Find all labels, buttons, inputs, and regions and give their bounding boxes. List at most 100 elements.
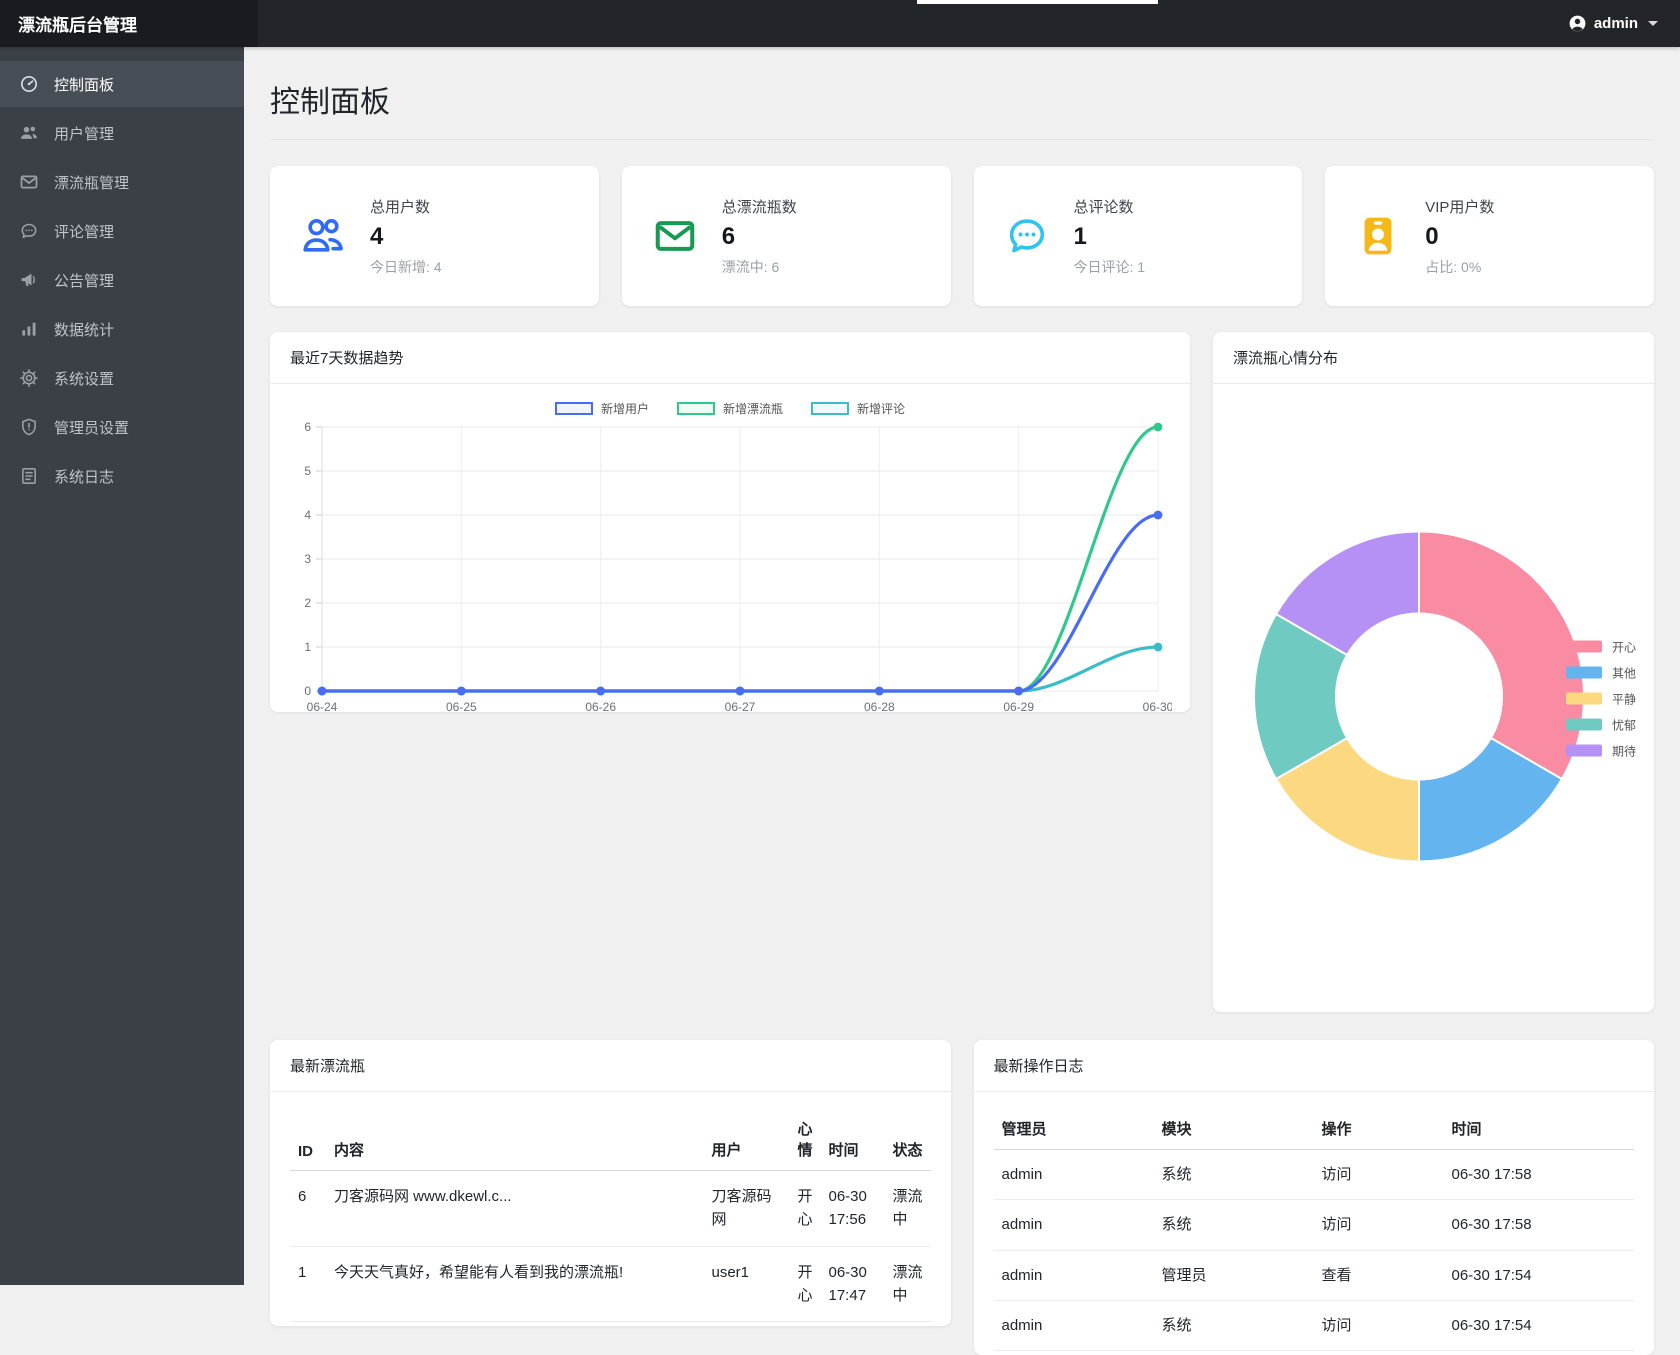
svg-text:06-30: 06-30 — [1143, 700, 1172, 714]
stat-label: 总漂流瓶数 — [721, 198, 797, 216]
legend-swatch — [676, 402, 715, 415]
svg-text:2: 2 — [304, 596, 311, 610]
table-cell: 系统 — [1153, 1199, 1314, 1251]
sidebar-item-system-logs[interactable]: 系统日志 — [0, 453, 244, 499]
username-label: admin — [1593, 15, 1638, 32]
stat-card-vip-users: VIP用户数 0 占比: 0% — [1325, 166, 1654, 306]
legend-label: 平静 — [1611, 692, 1636, 706]
svg-text:06-28: 06-28 — [864, 700, 895, 714]
latest-bottles-table-wrap: ID 内容 用户 心情 时间 状态 6 刀客源码网 www.dkewl.c... 刀客源码网 开心… — [270, 1092, 951, 1326]
stat-sub: 占比: 0% — [1425, 258, 1482, 275]
trend-line-chart: 0 1 2 3 4 5 6 06-24 06-25 06-26 06-27 06-28 06-29 06-… — [288, 419, 1173, 724]
sidebar-item-dashboard[interactable]: 控制面板 — [0, 61, 244, 107]
sidebar-item-label: 数据统计 — [54, 321, 115, 339]
column-header: ID — [290, 1108, 326, 1171]
table-cell: 开心 — [789, 1246, 821, 1322]
stat-card-total-bottles: 总漂流瓶数 6 漂流中: 6 — [621, 166, 951, 306]
legend-item[interactable]: 新增用户 — [554, 400, 649, 417]
stat-value: 0 — [1425, 222, 1439, 250]
svg-text:06-25: 06-25 — [446, 700, 477, 714]
table-cell: 06-30 17:54 — [1443, 1300, 1634, 1352]
legend-item[interactable]: 忧郁 — [1565, 716, 1636, 733]
legend-item[interactable]: 其他 — [1565, 664, 1636, 681]
trend-chart-legend: 新增用户 新增漂流瓶 新增评论 — [288, 400, 1172, 417]
sidebar-item-system-settings[interactable]: 系统设置 — [0, 355, 244, 401]
legend-swatch — [1565, 718, 1602, 731]
table-cell: admin — [993, 1199, 1154, 1251]
stat-card-total-comments: 总评论数 1 今日评论: 1 — [973, 166, 1303, 306]
stat-value: 1 — [1073, 222, 1087, 250]
page-title: 控制面板 — [270, 86, 390, 119]
stat-label: VIP用户数 — [1425, 198, 1495, 216]
legend-item[interactable]: 新增评论 — [811, 400, 905, 417]
column-header: 操作 — [1313, 1108, 1444, 1150]
sidebar-item-statistics[interactable]: 数据统计 — [0, 306, 244, 352]
svg-text:5: 5 — [304, 464, 311, 478]
legend-label: 新增漂流瓶 — [722, 402, 783, 416]
legend-label: 开心 — [1611, 640, 1636, 654]
table-cell: 漂流中 — [884, 1170, 931, 1247]
stat-text: 总评论数 1 今日评论: 1 — [1074, 196, 1146, 277]
column-header: 用户 — [703, 1108, 790, 1171]
table-row: admin 管理员 查看 06-30 17:54 — [993, 1250, 1634, 1301]
stat-value: 4 — [370, 222, 384, 250]
svg-text:3: 3 — [304, 552, 311, 566]
table-cell: 刀客源码网 www.dkewl.c... — [326, 1170, 704, 1247]
sidebar-item-comments[interactable]: 评论管理 — [0, 208, 244, 254]
table-cell: 06-30 17:58 — [1443, 1199, 1634, 1251]
megaphone-icon — [19, 270, 39, 290]
latest-logs-table: 管理员 模块 操作 时间 admin 系统 访问 06-30 17:58 admin 系统 访问 06… — [993, 1108, 1634, 1352]
comment-icon — [19, 221, 39, 241]
table-row: 6 刀客源码网 www.dkewl.c... 刀客源码网 开心 06-30 17:56 漂… — [290, 1170, 931, 1247]
table-cell: 管理员 — [1153, 1250, 1314, 1301]
svg-text:4: 4 — [304, 508, 311, 522]
sidebar-item-admin-settings[interactable]: 管理员设置 — [0, 404, 244, 450]
legend-item[interactable]: 新增漂流瓶 — [676, 400, 783, 417]
legend-label: 期待 — [1611, 744, 1636, 758]
svg-text:1: 1 — [304, 640, 311, 654]
dashboard-icon — [19, 74, 39, 94]
mood-chart-card: 漂流瓶心情分布 开心 其他 平静 忧郁 期待 — [1213, 332, 1654, 1012]
column-header: 状态 — [884, 1108, 931, 1171]
legend-item[interactable]: 平静 — [1565, 690, 1636, 707]
table-cell: user1 — [703, 1246, 790, 1322]
legend-label: 新增评论 — [857, 402, 906, 416]
comment-icon — [1004, 213, 1050, 259]
sidebar-item-label: 管理员设置 — [54, 419, 130, 437]
latest-logs-title: 最新操作日志 — [973, 1040, 1654, 1092]
envelope-icon — [652, 213, 698, 259]
window-edge-artifact — [917, 0, 1158, 4]
svg-text:6: 6 — [304, 420, 311, 434]
legend-swatch — [811, 402, 849, 415]
sidebar-item-announcements[interactable]: 公告管理 — [0, 257, 244, 303]
app-brand[interactable]: 漂流瓶后台管理 — [0, 0, 258, 47]
user-menu[interactable]: admin — [1568, 14, 1680, 33]
latest-bottles-card: 最新漂流瓶 ID 内容 用户 心情 时间 状态 6 刀客源码网 www.dkewl.c... 刀… — [270, 1040, 951, 1326]
stat-cards-row: 总用户数 4 今日新增: 4 总漂流瓶数 6 漂流中: 6 总评论数 1 今日评论: 1 VIP用… — [270, 166, 1654, 306]
legend-item[interactable]: 期待 — [1565, 742, 1636, 759]
legend-swatch — [1565, 666, 1602, 679]
table-row: admin 系统 访问 06-30 17:58 — [993, 1199, 1634, 1251]
table-cell: 查看 — [1313, 1250, 1444, 1301]
sidebar-item-label: 评论管理 — [54, 223, 115, 241]
table-cell: admin — [993, 1250, 1154, 1301]
table-cell: 今天天气真好，希望能有人看到我的漂流瓶! — [326, 1246, 704, 1322]
stat-text: VIP用户数 0 占比: 0% — [1425, 196, 1494, 277]
latest-logs-table-wrap: 管理员 模块 操作 时间 admin 系统 访问 06-30 17:58 admin 系统 访问 06… — [974, 1092, 1655, 1355]
table-row: 1 今天天气真好，希望能有人看到我的漂流瓶! user1 开心 06-30 17:47 漂… — [290, 1246, 931, 1322]
mood-chart-body: 开心其他平静忧郁期待 — [1213, 384, 1654, 1013]
users-icon — [19, 123, 39, 143]
column-header: 内容 — [326, 1108, 704, 1171]
legend-item[interactable]: 开心 — [1565, 638, 1636, 655]
sidebar-item-bottles[interactable]: 漂流瓶管理 — [0, 159, 244, 205]
sidebar-item-users[interactable]: 用户管理 — [0, 110, 244, 156]
svg-text:06-29: 06-29 — [1003, 700, 1034, 714]
log-icon — [19, 466, 39, 486]
table-cell: admin — [993, 1300, 1154, 1352]
top-navbar: 漂流瓶后台管理 admin — [0, 0, 1680, 47]
latest-bottles-table: ID 内容 用户 心情 时间 状态 6 刀客源码网 www.dkewl.c... 刀客源码网 开心… — [290, 1108, 931, 1322]
svg-text:0: 0 — [304, 684, 311, 698]
legend-label: 新增用户 — [600, 402, 649, 416]
stat-text: 总漂流瓶数 6 漂流中: 6 — [722, 196, 797, 277]
legend-label: 忧郁 — [1611, 718, 1636, 732]
